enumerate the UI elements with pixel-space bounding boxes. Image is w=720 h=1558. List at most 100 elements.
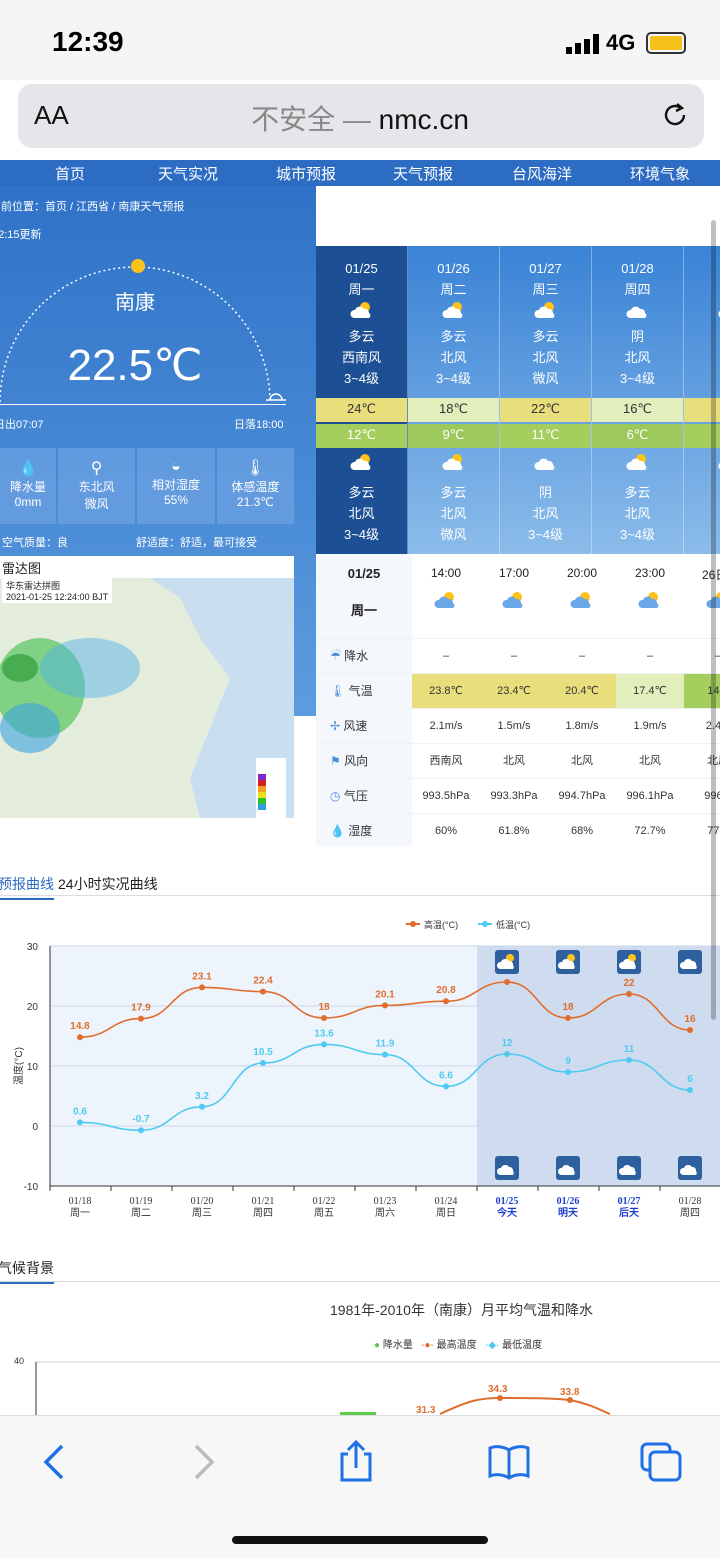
main-nav: 首页 天气实况 城市预报 天气预报 台风海洋 环境气象 — [0, 160, 720, 186]
nav-live[interactable]: 天气实况 — [158, 163, 218, 184]
day-column[interactable]: 01/25 周一 多云 西南风 3~4级 24℃ 12℃ 多云 北风 3~4级 — [316, 246, 408, 554]
tab-climate[interactable]: 气候背景 — [0, 1258, 54, 1284]
night-forecast-icon — [556, 1156, 580, 1180]
x-tick-date: 01/21 — [252, 1196, 275, 1207]
stat-wind: ⚲ 东北风 微风 — [58, 448, 136, 524]
tab-live[interactable]: 24小时实况曲线 — [58, 874, 158, 894]
nav-typhoon[interactable]: 台风海洋 — [512, 163, 572, 184]
data-point — [687, 1087, 693, 1093]
data-point — [443, 1083, 449, 1090]
hourly-row-direction: ⚑ 风向西南风北风北风北风北风 — [316, 743, 720, 778]
x-tick-week: 今天 — [496, 1206, 518, 1219]
night-weather-icon — [718, 462, 720, 470]
hourly-row-pressure: ◷ 气压993.5hPa993.3hPa994.7hPa996.1hPa996.… — [316, 778, 720, 813]
hourly-cell: 17.4℃ — [616, 674, 684, 709]
climate-label-1: 34.3 — [488, 1384, 508, 1395]
data-label: 6.6 — [439, 1070, 453, 1081]
status-time: 12:39 — [52, 26, 124, 57]
data-label: 20.1 — [375, 989, 395, 1000]
legend-label: 高温(°C) — [424, 919, 458, 930]
hourly-cell: 72.7% — [634, 825, 666, 837]
legend-marker — [482, 921, 488, 927]
hourly-cell: 994.7hPa — [558, 790, 606, 802]
hourly-cell: 68% — [570, 825, 594, 837]
hourly-cell: 23.4℃ — [480, 674, 548, 709]
day-weather-icon — [349, 302, 370, 318]
reload-icon[interactable] — [660, 100, 690, 130]
hourly-cell: 北风 — [639, 755, 661, 767]
data-point — [199, 984, 205, 991]
current-temp: 22.5℃ — [67, 341, 203, 390]
radar-box[interactable]: 雷达图 华东雷达拼图 2021-01-25 12:24:00 BJT — [0, 556, 294, 846]
day-column[interactable]: 01/28 周四阴北风 3~4级 16℃ 6℃ 多云 北风 3~4级 — [592, 246, 684, 554]
hourly-row-temp: 🌡 气温23.8℃23.4℃20.4℃17.4℃14.3 — [316, 673, 720, 709]
day-desc: 多云 — [440, 329, 467, 344]
hour-time: 20:00 — [566, 566, 598, 580]
data-label: -0.7 — [132, 1114, 150, 1125]
x-tick-week: 周四 — [680, 1207, 700, 1219]
scrollbar[interactable] — [711, 220, 716, 1020]
update-time: 12:15更新 — [0, 229, 42, 241]
hourly-table: 01/25周一14:0017:0020:0023:0026日0☔ 降水–––––… — [316, 554, 720, 846]
url-text[interactable]: 不安全 — nmc.cn — [0, 98, 720, 138]
x-tick-date: 01/20 — [191, 1196, 214, 1207]
day-low: 9℃ — [408, 424, 499, 448]
bookmarks-icon[interactable] — [486, 1442, 532, 1480]
y-axis-label: 温度(°C) — [12, 1047, 25, 1085]
tabs-icon[interactable] — [638, 1440, 684, 1482]
data-point — [260, 1060, 266, 1066]
day-desc: 阴 — [630, 329, 644, 344]
day-forecast-icon — [678, 950, 702, 974]
nav-city[interactable]: 城市预报 — [276, 163, 336, 184]
data-label: 16 — [684, 1014, 696, 1025]
breadcrumb[interactable]: 当前位置：首页 / 江西省 / 南康天气预报 — [0, 198, 184, 214]
wind-direction-icon: ⚑ — [330, 754, 341, 768]
data-label: 11 — [624, 1044, 635, 1055]
night-desc: 多云 — [624, 485, 651, 500]
day-high: 18℃ — [408, 398, 499, 422]
current-weather-panel: 当前位置：首页 / 江西省 / 南康天气预报 12:15更新 南康 22.5℃ … — [0, 186, 316, 846]
day-low: 12℃ — [316, 424, 407, 448]
data-point — [321, 1015, 327, 1021]
day-week: 周二 — [440, 282, 467, 297]
day-high: 22℃ — [500, 398, 591, 422]
hourly-cell: 1.5m/s — [497, 720, 531, 732]
night-level: 微风 — [440, 527, 467, 542]
data-label: 18 — [318, 1002, 330, 1013]
data-label: 22.4 — [253, 976, 273, 987]
back-icon[interactable] — [40, 1444, 68, 1480]
data-point — [138, 1015, 144, 1022]
data-label: 9 — [565, 1056, 571, 1067]
nav-environment[interactable]: 环境气象 — [630, 163, 690, 184]
hourly-cell: 1.8m/s — [565, 720, 599, 732]
day-low: 11℃ — [500, 424, 591, 448]
data-label: 12 — [501, 1038, 513, 1049]
day-week: 周四 — [624, 282, 651, 297]
forward-icon[interactable] — [190, 1444, 218, 1480]
day-column[interactable]: 01/27 周三 多云 北风 微风 22℃ 11℃ 阴北风 3~4级 — [500, 246, 592, 554]
radar-map — [0, 578, 294, 818]
city-name: 南康 — [115, 292, 155, 314]
humidity-icon: ◒ — [171, 458, 181, 475]
day-wind: 北风 — [624, 350, 651, 365]
temp-chart: 30 20 10 0 -10 温度(°C) 高温(°C) 低温(°C) 01/18 周一 01/19… — [0, 896, 720, 1236]
hourly-cell: 996.1hPa — [626, 790, 674, 802]
nav-forecast[interactable]: 天气预报 — [393, 163, 453, 184]
home-indicator[interactable] — [232, 1536, 488, 1544]
nav-home[interactable]: 首页 — [55, 163, 85, 184]
climate-title: 1981年-2010年（南康）月平均气温和降水 — [330, 1302, 593, 1318]
web-content[interactable]: 首页 天气实况 城市预报 天气预报 台风海洋 环境气象 当前位置：首页 / 江西… — [0, 160, 720, 1415]
climate-label-2: 33.8 — [560, 1387, 580, 1398]
night-desc: 阴 — [538, 485, 552, 500]
hourly-row-humidity: 💧 湿度60%61.8%68%72.7%77.7 — [316, 813, 720, 848]
climate-label-3: 31.3 — [416, 1405, 436, 1415]
hourly-label: ☔ 降水 — [330, 649, 369, 663]
data-label: 11.9 — [376, 1039, 395, 1050]
legend-hi-icon: -●- — [421, 1340, 434, 1351]
data-point — [382, 1002, 388, 1009]
day-column[interactable]: 01/26 周二 多云 北风 3~4级 18℃ 9℃ 多云 北风 微风 — [408, 246, 500, 554]
data-label: 13.6 — [314, 1028, 334, 1039]
share-icon[interactable] — [336, 1438, 376, 1484]
hourly-row-precip: ☔ 降水––––– — [316, 638, 720, 673]
hourly-label: ⚑ 风向 — [330, 754, 369, 768]
